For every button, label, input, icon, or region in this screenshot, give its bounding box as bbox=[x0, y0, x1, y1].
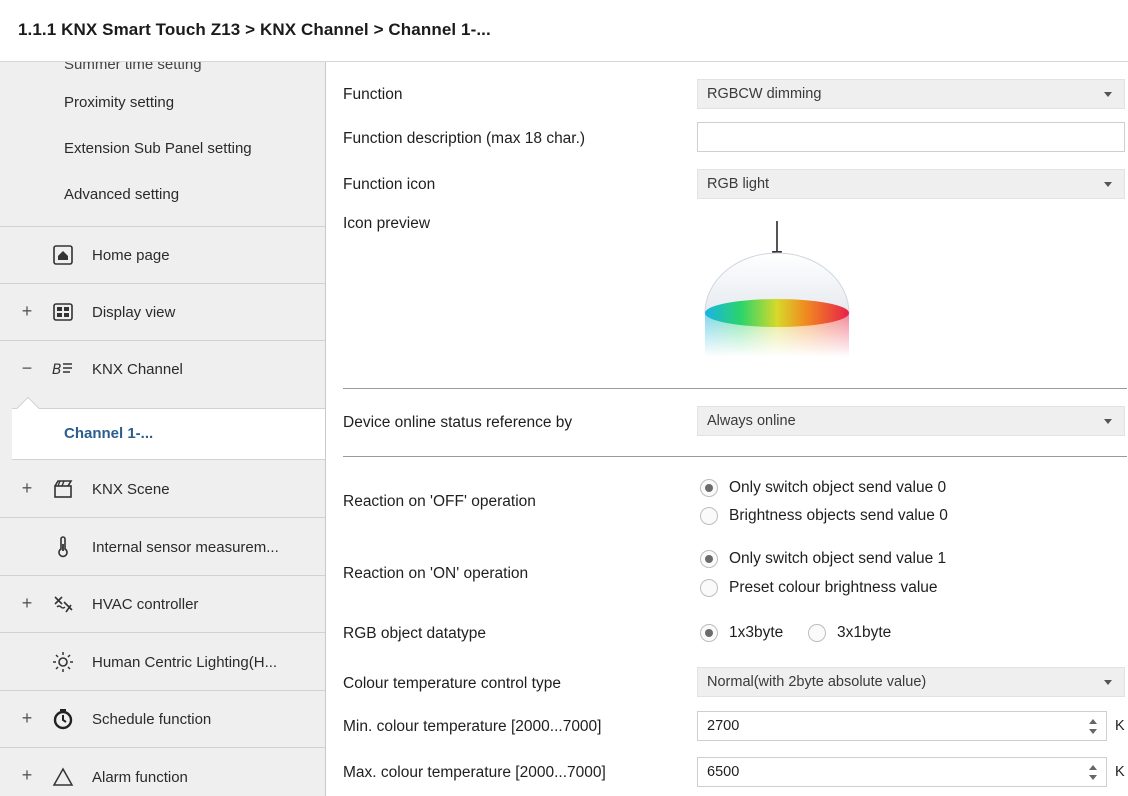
expand-icon[interactable]: + bbox=[20, 765, 34, 786]
reaction-on-label: Reaction on 'ON' operation bbox=[343, 565, 529, 582]
sidebar-item-proximity[interactable]: Proximity setting bbox=[64, 94, 174, 111]
ct-control-select[interactable]: Normal(with 2byte absolute value) bbox=[697, 667, 1125, 697]
function-icon-label: Function icon bbox=[343, 176, 436, 193]
reaction-on-option-0-label[interactable]: Only switch object send value 1 bbox=[729, 550, 946, 568]
online-status-select-value: Always online bbox=[707, 413, 796, 429]
sidebar-item-label: KNX Channel bbox=[92, 361, 183, 378]
function-label: Function bbox=[343, 86, 403, 103]
chevron-down-icon bbox=[1104, 92, 1112, 97]
collapse-icon[interactable]: − bbox=[20, 358, 34, 379]
spin-arrows-icon[interactable] bbox=[1088, 718, 1098, 736]
sidebar-item-knx-channel[interactable]: − B KNX Channel bbox=[0, 341, 325, 398]
sidebar-item-label: Human Centric Lighting(H... bbox=[92, 654, 278, 671]
sidebar-item-label: HVAC controller bbox=[92, 596, 199, 613]
ct-control-label: Colour temperature control type bbox=[343, 675, 561, 692]
online-status-label: Device online status reference by bbox=[343, 414, 573, 431]
min-ct-label: Min. colour temperature [2000...7000] bbox=[343, 718, 602, 735]
rgb-datatype-label: RGB object datatype bbox=[343, 625, 487, 642]
knx-channel-icon: B bbox=[52, 362, 72, 378]
section-divider bbox=[343, 456, 1127, 457]
sidebar-item-schedule[interactable]: + Schedule function bbox=[0, 691, 325, 748]
expand-icon[interactable]: + bbox=[20, 708, 34, 729]
reaction-on-option-1-label[interactable]: Preset colour brightness value bbox=[729, 579, 938, 597]
chevron-down-icon bbox=[1104, 419, 1112, 424]
icon-preview-label: Icon preview bbox=[343, 215, 431, 232]
sidebar-item-display-view[interactable]: + Display view bbox=[0, 284, 325, 341]
display-view-icon bbox=[53, 303, 73, 321]
sidebar-item-home-page[interactable]: Home page bbox=[0, 227, 325, 284]
sidebar-item-channel-1[interactable]: Channel 1-... bbox=[12, 408, 325, 460]
sidebar-item-label: Alarm function bbox=[92, 769, 188, 786]
parameter-panel: Function RGBCW dimming Function descript… bbox=[327, 62, 1128, 796]
sidebar-item-alarm[interactable]: + Alarm function bbox=[0, 748, 325, 796]
max-ct-label: Max. colour temperature [2000...7000] bbox=[343, 764, 606, 781]
thermometer-icon bbox=[58, 536, 68, 558]
sidebar-item-hvac[interactable]: + HVAC controller bbox=[0, 576, 325, 633]
reaction-on-option-0-radio[interactable] bbox=[700, 550, 718, 568]
reaction-off-option-0-radio[interactable] bbox=[700, 479, 718, 497]
function-icon-select[interactable]: RGB light bbox=[697, 169, 1125, 199]
max-ct-input[interactable]: 6500 bbox=[697, 757, 1107, 787]
reaction-off-option-1-radio[interactable] bbox=[700, 507, 718, 525]
svg-text:B: B bbox=[52, 362, 62, 378]
expand-icon[interactable]: + bbox=[20, 301, 34, 322]
sidebar-item-label: Display view bbox=[92, 304, 176, 321]
breadcrumb: 1.1.1 KNX Smart Touch Z13 > KNX Channel … bbox=[18, 20, 491, 39]
clock-icon bbox=[53, 709, 73, 730]
ct-control-select-value: Normal(with 2byte absolute value) bbox=[707, 674, 927, 690]
sidebar-item-label: KNX Scene bbox=[92, 481, 170, 498]
min-ct-unit: K bbox=[1115, 718, 1125, 734]
section-divider bbox=[343, 388, 1127, 389]
online-status-select[interactable]: Always online bbox=[697, 406, 1125, 436]
sidebar-item-label: Schedule function bbox=[92, 711, 212, 728]
function-description-label: Function description (max 18 char.) bbox=[343, 130, 586, 147]
home-icon bbox=[53, 245, 73, 265]
min-ct-input[interactable]: 2700 bbox=[697, 711, 1107, 741]
spin-arrows-icon[interactable] bbox=[1088, 764, 1098, 782]
max-ct-value: 6500 bbox=[707, 764, 740, 780]
expand-icon[interactable]: + bbox=[20, 478, 34, 499]
function-select-value: RGBCW dimming bbox=[707, 86, 822, 102]
sidebar-item-label: Channel 1-... bbox=[64, 425, 154, 442]
sidebar-item-knx-scene[interactable]: + KNX Scene bbox=[0, 460, 325, 518]
sidebar-item-hcl[interactable]: Human Centric Lighting(H... bbox=[0, 633, 325, 691]
function-icon-select-value: RGB light bbox=[707, 176, 770, 192]
chevron-down-icon bbox=[1104, 182, 1112, 187]
rgb-datatype-option-0-radio[interactable] bbox=[700, 624, 718, 642]
rgb-datatype-option-1-radio[interactable] bbox=[808, 624, 826, 642]
hvac-icon bbox=[54, 596, 73, 613]
function-select[interactable]: RGBCW dimming bbox=[697, 79, 1125, 109]
sidebar: Summer time setting Proximity setting Ex… bbox=[0, 62, 326, 796]
sidebar-item-extension-sub-panel[interactable]: Extension Sub Panel setting bbox=[64, 140, 252, 157]
sidebar-item-label: Internal sensor measurem... bbox=[92, 539, 279, 556]
alarm-triangle-icon bbox=[52, 767, 74, 786]
reaction-off-option-1-label[interactable]: Brightness objects send value 0 bbox=[729, 507, 948, 525]
sidebar-item-summer-time[interactable]: Summer time setting bbox=[64, 62, 202, 73]
chevron-down-icon bbox=[1104, 680, 1112, 685]
rgb-datatype-option-1-label[interactable]: 3x1byte bbox=[837, 624, 891, 642]
sidebar-item-label: Home page bbox=[92, 247, 170, 264]
reaction-off-label: Reaction on 'OFF' operation bbox=[343, 493, 536, 510]
rgb-light-icon bbox=[704, 221, 850, 357]
max-ct-unit: K bbox=[1115, 764, 1125, 780]
sidebar-item-internal-sensor[interactable]: Internal sensor measurem... bbox=[0, 518, 325, 576]
function-description-input[interactable] bbox=[697, 122, 1125, 152]
reaction-on-option-1-radio[interactable] bbox=[700, 579, 718, 597]
min-ct-value: 2700 bbox=[707, 718, 740, 734]
scene-icon bbox=[54, 480, 73, 498]
reaction-off-option-0-label[interactable]: Only switch object send value 0 bbox=[729, 479, 946, 497]
rgb-datatype-option-0-label[interactable]: 1x3byte bbox=[729, 624, 783, 642]
sidebar-item-advanced[interactable]: Advanced setting bbox=[64, 186, 179, 203]
title-bar: 1.1.1 KNX Smart Touch Z13 > KNX Channel … bbox=[0, 0, 1128, 62]
sun-icon bbox=[53, 652, 73, 672]
expand-icon[interactable]: + bbox=[20, 593, 34, 614]
